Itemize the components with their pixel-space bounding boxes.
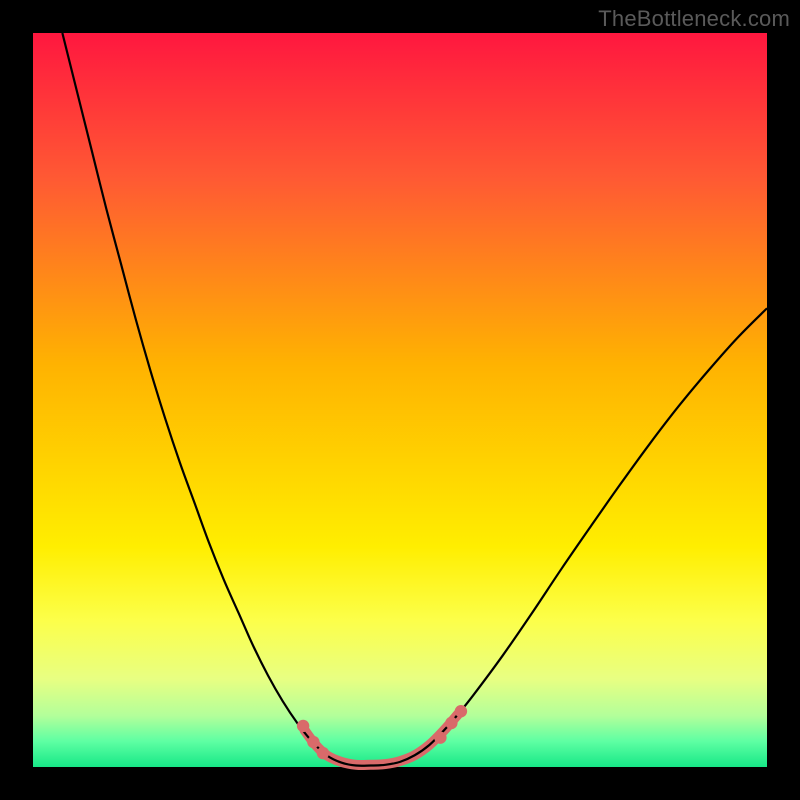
valley-dot	[434, 731, 446, 743]
watermark-text: TheBottleneck.com	[598, 6, 790, 32]
valley-dot	[297, 720, 309, 732]
valley-dot	[317, 747, 329, 759]
valley-dot	[455, 705, 467, 717]
gradient-background	[33, 33, 767, 767]
bottleneck-chart	[0, 0, 800, 800]
valley-dot	[445, 717, 457, 729]
chart-stage: TheBottleneck.com	[0, 0, 800, 800]
valley-dot	[307, 736, 319, 748]
